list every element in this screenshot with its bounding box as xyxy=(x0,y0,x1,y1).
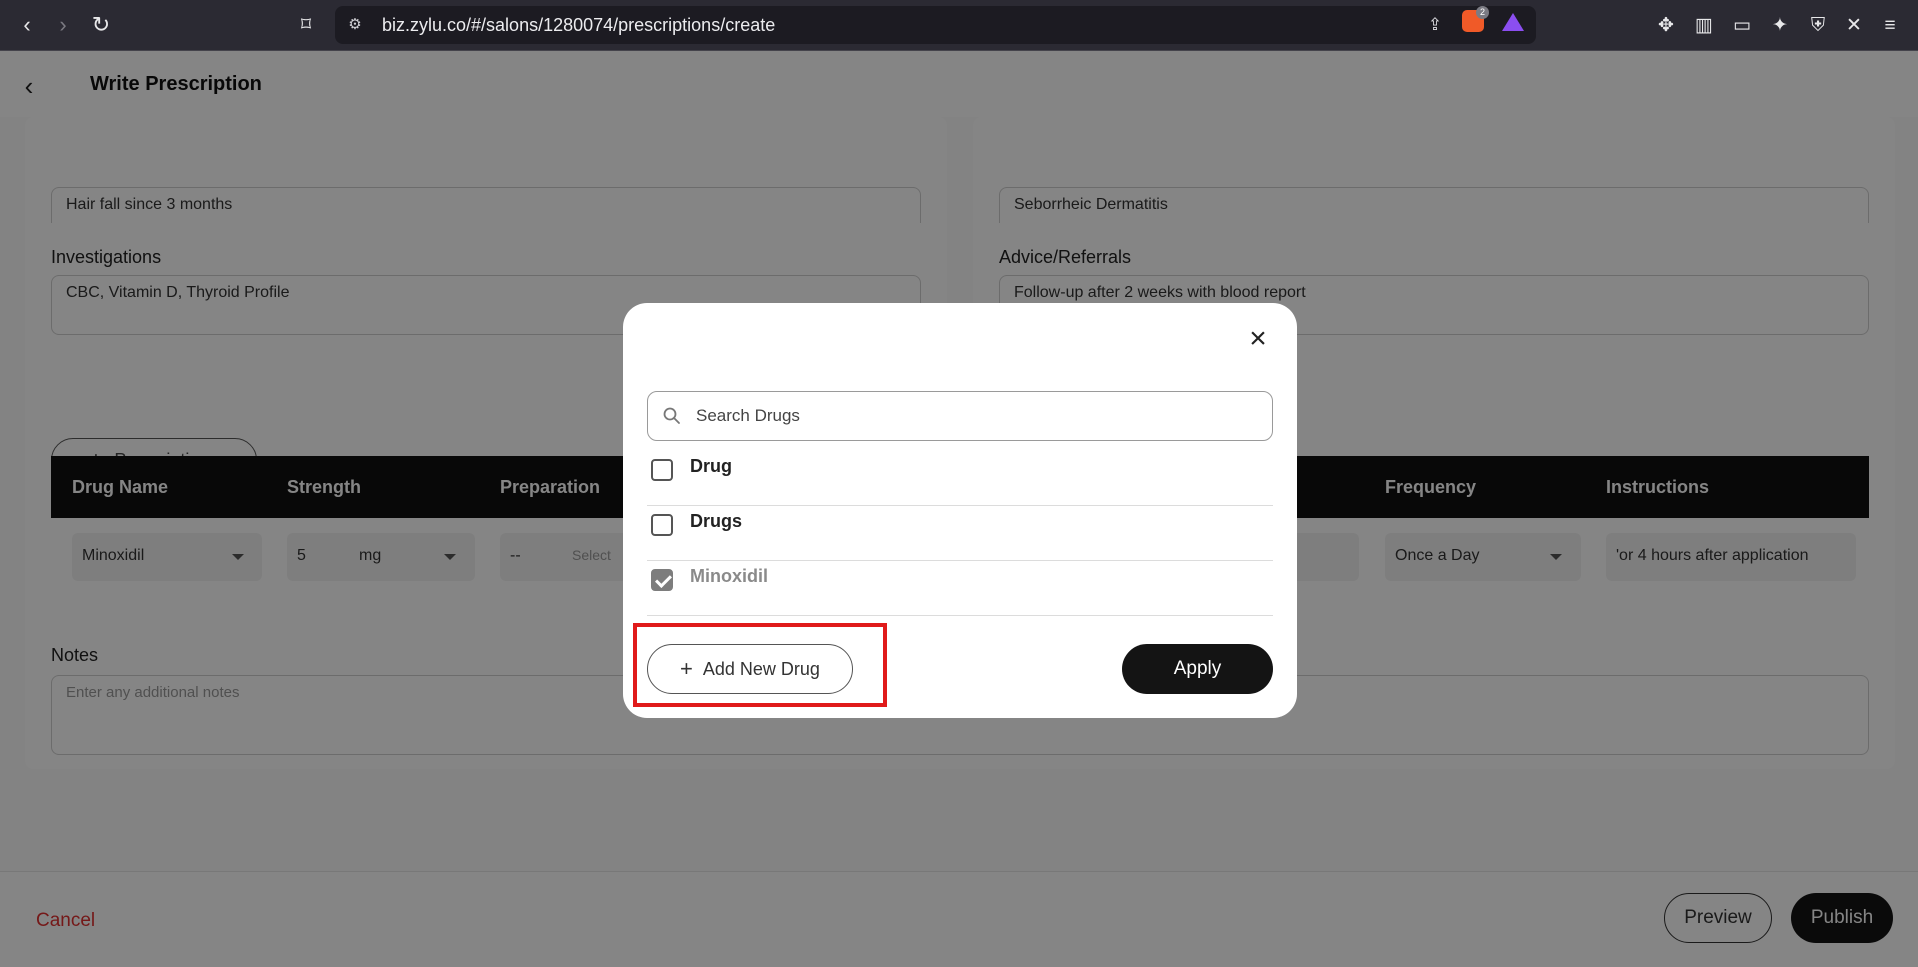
highlight-box xyxy=(633,623,887,707)
close-icon[interactable]: × xyxy=(1243,324,1273,355)
drug-option-drugs[interactable]: Drugs xyxy=(647,506,1273,561)
drug-checkbox-checked[interactable] xyxy=(651,569,673,591)
address-bar[interactable]: ⚙ biz.zylu.co/#/salons/1280074/prescript… xyxy=(335,6,1536,44)
back-arrow-icon[interactable]: ‹ xyxy=(14,12,40,38)
shields-count-badge: 2 xyxy=(1476,6,1489,19)
bookmark-icon[interactable]: ⌑ xyxy=(293,12,319,38)
site-settings-icon[interactable]: ⚙ xyxy=(345,15,365,35)
reload-icon[interactable]: ↻ xyxy=(88,12,114,38)
forward-arrow-icon[interactable]: › xyxy=(50,12,76,38)
search-icon xyxy=(663,407,680,424)
sidebar-icon[interactable]: ▥ xyxy=(1691,13,1717,39)
drug-checkbox[interactable] xyxy=(651,459,673,481)
share-icon[interactable]: ⇪ xyxy=(1423,14,1447,36)
url-text[interactable]: biz.zylu.co/#/salons/1280074/prescriptio… xyxy=(382,15,775,36)
leo-ai-icon[interactable]: ✦ xyxy=(1767,13,1793,39)
drug-option-label: Drug xyxy=(690,456,732,476)
brave-rewards-icon[interactable] xyxy=(1502,13,1524,31)
extensions-icon[interactable]: ✥ xyxy=(1653,13,1679,39)
drug-option-drug[interactable]: Drug xyxy=(647,451,1273,506)
drug-option-label: Drugs xyxy=(690,511,743,531)
menu-icon[interactable]: ≡ xyxy=(1877,13,1903,39)
wallet-icon[interactable]: ▭ xyxy=(1729,13,1755,39)
browser-toolbar: ‹ › ↻ ⌑ ⚙ biz.zylu.co/#/salons/1280074/p… xyxy=(0,0,1918,51)
drug-option-label: Minoxidil xyxy=(690,566,768,586)
tools-icon[interactable]: ✕ xyxy=(1841,13,1867,39)
search-drugs-box[interactable] xyxy=(647,391,1273,441)
search-drugs-input[interactable] xyxy=(696,402,1256,430)
vpn-icon[interactable]: ⛨ xyxy=(1805,13,1831,39)
drug-option-minoxidil[interactable]: Minoxidil xyxy=(647,561,1273,616)
drug-checkbox[interactable] xyxy=(651,514,673,536)
apply-button[interactable]: Apply xyxy=(1122,644,1273,694)
